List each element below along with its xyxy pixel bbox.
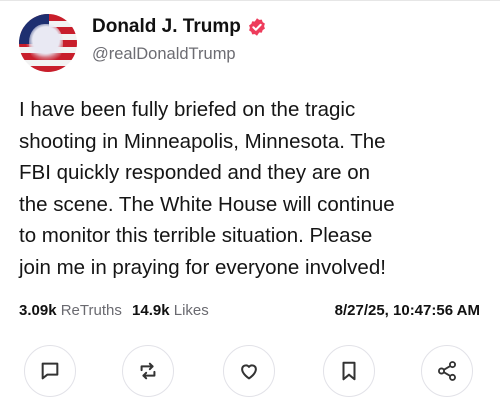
avatar[interactable]: [19, 14, 77, 72]
post-text-line: to monitor this terrible situation. Plea…: [19, 224, 373, 248]
bookmark-button[interactable]: [323, 345, 375, 397]
post-timestamp: 8/27/25, 10:47:56 AM: [334, 302, 480, 319]
comment-icon: [41, 362, 59, 380]
retruths-label[interactable]: ReTruths: [61, 302, 122, 319]
post-text-line: I have been fully briefed on the tragic: [19, 98, 356, 121]
like-button[interactable]: [223, 345, 275, 397]
top-divider: [0, 0, 500, 1]
display-name[interactable]: Donald J. Trump: [92, 16, 241, 38]
post-text-line: shooting in Minneapolis, Minnesota. The: [19, 129, 386, 153]
post-text-line: the scene. The White House will continue: [19, 192, 395, 216]
share-button[interactable]: [421, 345, 473, 397]
retruths-count[interactable]: 3.09k: [19, 302, 57, 319]
engagement-stats: 3.09k ReTruths 14.9k Likes: [19, 302, 209, 319]
retruth-icon: [140, 362, 156, 380]
likes-count[interactable]: 14.9k: [132, 302, 170, 319]
post-text: I have been fully briefed on the tragic …: [19, 94, 484, 284]
retruth-button[interactable]: [122, 345, 174, 397]
user-handle[interactable]: @realDonaldTrump: [92, 45, 236, 64]
post-text-line: join me in praying for everyone involved…: [19, 255, 386, 279]
likes-label[interactable]: Likes: [174, 302, 209, 319]
bookmark-icon: [342, 361, 356, 381]
heart-icon: [241, 364, 257, 380]
verified-badge-icon: [249, 18, 265, 36]
share-icon: [438, 361, 456, 381]
reply-button[interactable]: [24, 345, 76, 397]
post-text-line: FBI quickly responded and they are on: [19, 161, 370, 185]
